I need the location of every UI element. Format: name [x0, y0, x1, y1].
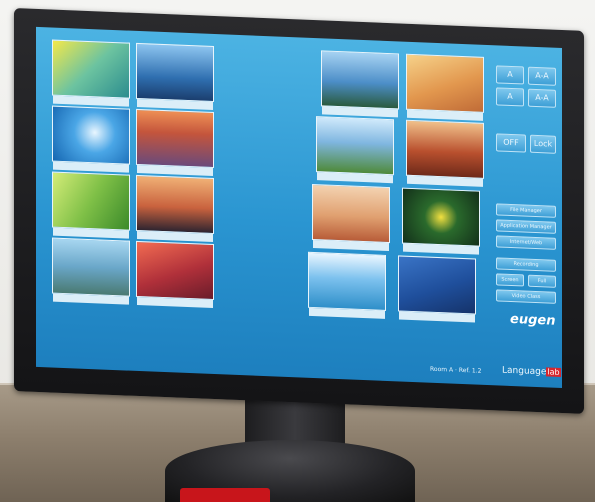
lock-button[interactable]: Lock	[530, 134, 556, 154]
internet-web-button[interactable]: Internet/Web	[496, 235, 556, 250]
desktop-thumbnail[interactable]	[406, 119, 484, 187]
panel-button[interactable]: A-A	[528, 88, 556, 108]
room-info: Room A · Ref. 1.2	[430, 365, 482, 375]
full-button[interactable]: Full	[528, 274, 556, 288]
desktop-thumbnail[interactable]	[136, 174, 214, 242]
off-button[interactable]: OFF	[496, 133, 526, 153]
desktop-thumbnail[interactable]	[321, 50, 399, 118]
screen-button[interactable]: Screen	[496, 273, 524, 287]
control-panel: A A-A A A-A OFF Lock File Manager Applic…	[496, 55, 558, 377]
language-text: Language	[502, 365, 547, 378]
desktop-thumbnail[interactable]	[52, 105, 130, 173]
desktop-thumbnail[interactable]	[312, 183, 390, 252]
desktop-thumbnail[interactable]	[136, 42, 214, 110]
panel-button[interactable]: A-A	[528, 66, 556, 86]
red-label-tag	[180, 488, 270, 502]
panel-button[interactable]: A	[496, 87, 524, 107]
lab-badge: lab	[546, 367, 561, 377]
desktop-thumbnail[interactable]	[136, 240, 214, 308]
video-class-button[interactable]: Video Class	[496, 289, 556, 304]
brand-logo: eugen	[510, 311, 556, 329]
desktop-thumbnail[interactable]	[316, 116, 394, 184]
recording-button[interactable]: Recording	[496, 257, 556, 272]
panel-button[interactable]: A	[496, 65, 524, 85]
language-lab-logo: Languagelab	[502, 366, 561, 378]
desktop-thumbnail[interactable]	[402, 187, 480, 255]
file-manager-button[interactable]: File Manager	[496, 203, 556, 218]
desktop-thumbnail[interactable]	[136, 108, 214, 176]
desktop-thumbnail[interactable]	[308, 251, 386, 319]
monitor-screen: A A-A A A-A OFF Lock File Manager Applic…	[36, 26, 562, 389]
desktop-thumbnail[interactable]	[52, 237, 130, 305]
desktop-thumbnail[interactable]	[398, 255, 476, 323]
monitor: A A-A A A-A OFF Lock File Manager Applic…	[14, 8, 584, 414]
desktop-thumbnail[interactable]	[52, 39, 130, 107]
application-manager-button[interactable]: Application Manager	[496, 219, 556, 234]
desktop-thumbnail[interactable]	[406, 53, 484, 121]
desktop-thumbnail[interactable]	[52, 171, 130, 239]
